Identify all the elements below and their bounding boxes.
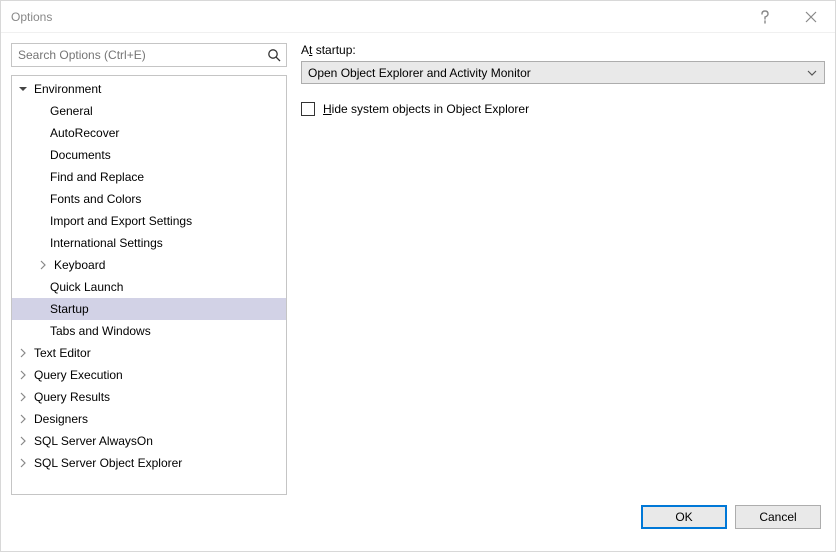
- tree-item-autorecover[interactable]: AutoRecover: [12, 122, 286, 144]
- help-button[interactable]: [745, 3, 785, 31]
- tree-label: Startup: [36, 302, 89, 316]
- tree-label: General: [36, 104, 93, 118]
- tree-item-sqlobjectexplorer[interactable]: SQL Server Object Explorer: [12, 452, 286, 474]
- tree-label: SQL Server AlwaysOn: [30, 434, 153, 448]
- tree-item-sqlalwayson[interactable]: SQL Server AlwaysOn: [12, 430, 286, 452]
- window-title: Options: [11, 10, 52, 24]
- tree-label: AutoRecover: [36, 126, 119, 140]
- titlebar-controls: [745, 3, 831, 31]
- collapse-arrow-icon[interactable]: [16, 390, 30, 404]
- left-pane: Environment General AutoRecover Document…: [11, 43, 287, 495]
- tree-item-texteditor[interactable]: Text Editor: [12, 342, 286, 364]
- tree-item-importexport[interactable]: Import and Export Settings: [12, 210, 286, 232]
- tree-label: Documents: [36, 148, 111, 162]
- search-box[interactable]: [11, 43, 287, 67]
- ok-button[interactable]: OK: [641, 505, 727, 529]
- right-pane: At startup: Open Object Explorer and Act…: [301, 43, 825, 495]
- collapse-arrow-icon[interactable]: [16, 368, 30, 382]
- collapse-arrow-icon[interactable]: [16, 346, 30, 360]
- collapse-arrow-icon[interactable]: [16, 412, 30, 426]
- tree-item-tabswindows[interactable]: Tabs and Windows: [12, 320, 286, 342]
- collapse-arrow-icon[interactable]: [16, 456, 30, 470]
- tree-item-keyboard[interactable]: Keyboard: [12, 254, 286, 276]
- tree-label: SQL Server Object Explorer: [30, 456, 182, 470]
- tree-item-fontscolors[interactable]: Fonts and Colors: [12, 188, 286, 210]
- tree-label: Keyboard: [50, 258, 105, 272]
- tree-item-findreplace[interactable]: Find and Replace: [12, 166, 286, 188]
- content-area: Environment General AutoRecover Document…: [1, 33, 835, 495]
- tree-label: Environment: [30, 82, 101, 96]
- hide-system-objects-label: Hide system objects in Object Explorer: [323, 102, 529, 116]
- tree-item-international[interactable]: International Settings: [12, 232, 286, 254]
- tree-label: Import and Export Settings: [36, 214, 192, 228]
- tree-item-environment[interactable]: Environment: [12, 78, 286, 100]
- help-icon: [760, 10, 770, 24]
- tree-label: International Settings: [36, 236, 163, 250]
- tree-item-quicklaunch[interactable]: Quick Launch: [12, 276, 286, 298]
- tree-item-queryresults[interactable]: Query Results: [12, 386, 286, 408]
- tree-label: Text Editor: [30, 346, 91, 360]
- hide-system-objects-row[interactable]: Hide system objects in Object Explorer: [301, 102, 825, 116]
- tree-item-designers[interactable]: Designers: [12, 408, 286, 430]
- tree-label: Find and Replace: [36, 170, 144, 184]
- cancel-button[interactable]: Cancel: [735, 505, 821, 529]
- chevron-down-icon: [806, 70, 818, 76]
- collapse-arrow-icon[interactable]: [16, 434, 30, 448]
- tree-item-queryexecution[interactable]: Query Execution: [12, 364, 286, 386]
- tree-label: Quick Launch: [36, 280, 123, 294]
- titlebar: Options: [1, 1, 835, 33]
- tree-label: Query Execution: [30, 368, 123, 382]
- tree-label: Tabs and Windows: [36, 324, 151, 338]
- close-button[interactable]: [791, 3, 831, 31]
- collapse-arrow-icon[interactable]: [36, 258, 50, 272]
- tree-item-startup[interactable]: Startup: [12, 298, 286, 320]
- expand-arrow-icon[interactable]: [16, 82, 30, 96]
- options-tree[interactable]: Environment General AutoRecover Document…: [11, 75, 287, 495]
- hide-system-objects-checkbox[interactable]: [301, 102, 315, 116]
- dropdown-value: Open Object Explorer and Activity Monito…: [308, 66, 531, 80]
- tree-item-documents[interactable]: Documents: [12, 144, 286, 166]
- button-bar: OK Cancel: [1, 495, 835, 543]
- tree-item-general[interactable]: General: [12, 100, 286, 122]
- tree-label: Fonts and Colors: [36, 192, 141, 206]
- search-input[interactable]: [12, 44, 262, 66]
- close-icon: [805, 11, 817, 23]
- search-icon[interactable]: [262, 48, 286, 62]
- tree-label: Query Results: [30, 390, 110, 404]
- startup-dropdown[interactable]: Open Object Explorer and Activity Monito…: [301, 61, 825, 84]
- tree-label: Designers: [30, 412, 88, 426]
- startup-label: At startup:: [301, 43, 825, 57]
